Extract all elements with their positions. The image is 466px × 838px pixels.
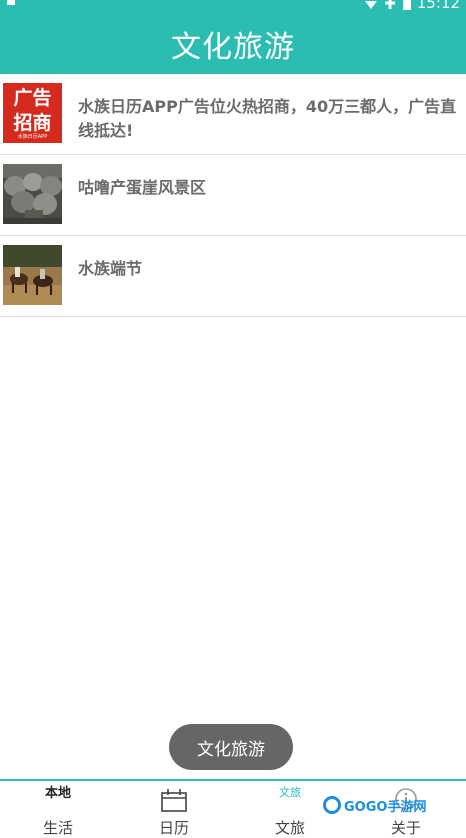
status-time: 15:12 [416, 0, 460, 12]
watermark-logo-icon [323, 796, 341, 814]
watermark-text: GOGO手游网 [344, 799, 427, 815]
ad-thumb-text-top: 广告 [13, 87, 52, 109]
list-item[interactable]: 水族端节 [0, 236, 466, 317]
status-icons: 15:12 [364, 0, 460, 12]
toast-text: 文化旅游 [197, 739, 265, 760]
tab-label: 日历 [158, 819, 189, 837]
tab-label: 关于 [390, 819, 421, 837]
tab-calendar[interactable]: 日历 [116, 781, 232, 837]
ad-thumb-text-bottom: 招商 [13, 112, 52, 134]
list-item-title: 水族日历APP广告位火热招商，40万三都人，广告直线抵达! [78, 97, 457, 140]
tab-life[interactable]: 本地 生活 [0, 781, 116, 838]
article-list: 广告 招商 水族日历APP 水族日历APP广告位火热招商，40万三都人，广告直线… [0, 74, 466, 317]
list-item-title: 水族端节 [78, 259, 143, 278]
list-item[interactable]: 咕噜产蛋崖风景区 [0, 155, 466, 236]
tab-label: 生活 [42, 819, 73, 837]
ad-thumbnail: 广告 招商 水族日历APP [3, 83, 62, 143]
toast-message: 文化旅游 [169, 724, 293, 770]
horse-race-image [3, 245, 62, 305]
watermark: GOGO手游网 [323, 793, 426, 817]
battery-icon [402, 0, 411, 10]
ad-thumb-caption: 水族日历APP [17, 134, 48, 140]
local-icon: 本地 [44, 786, 72, 801]
signal-icon [384, 0, 395, 9]
list-item-title: 咕噜产蛋崖风景区 [78, 178, 207, 197]
tab-label: 文旅 [274, 819, 305, 837]
list-item[interactable]: 广告 招商 水族日历APP 水族日历APP广告位火热招商，40万三都人，广告直线… [0, 74, 466, 155]
calendar-icon [161, 789, 187, 812]
app-bar: 文化旅游 [0, 14, 466, 74]
rocks-image [3, 164, 62, 224]
festival-thumbnail [3, 245, 62, 305]
page-title: 文化旅游 [171, 30, 295, 65]
scenic-rocks-thumbnail [3, 164, 62, 224]
culture-travel-icon: 文旅 [279, 786, 301, 799]
status-bar: 15:12 [0, 0, 466, 14]
notification-icon [7, 0, 15, 5]
wifi-icon [364, 0, 377, 9]
